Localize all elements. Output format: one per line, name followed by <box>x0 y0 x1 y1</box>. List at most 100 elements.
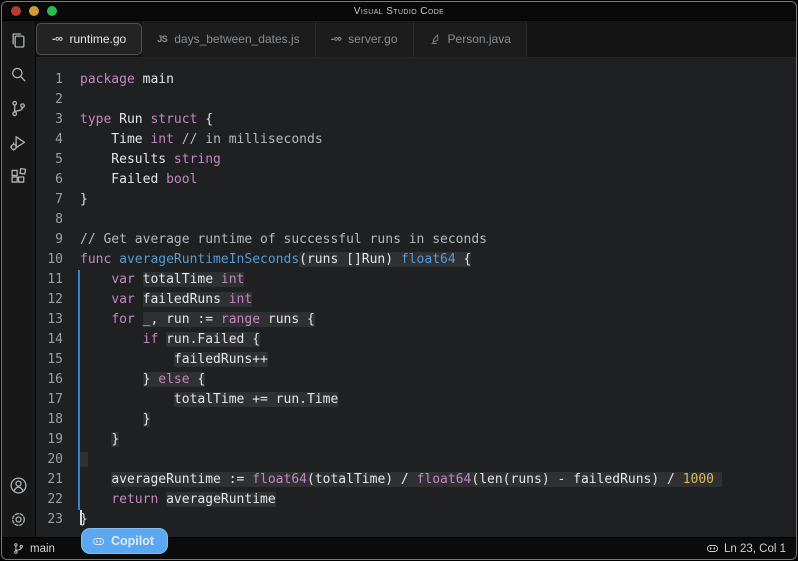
copilot-icon <box>92 535 105 548</box>
code-text: // Get average runtime of successful run… <box>73 230 487 250</box>
code-editor[interactable]: 1package main23type Run struct {4 Time i… <box>36 58 796 537</box>
token: averageRuntime <box>166 492 276 507</box>
token: float64 <box>401 252 456 267</box>
token <box>80 412 143 427</box>
extensions-icon[interactable] <box>7 164 31 188</box>
indent-guide <box>78 410 80 430</box>
code-line: 23} <box>36 510 796 530</box>
token: } <box>111 432 119 447</box>
indent-guide <box>78 450 80 470</box>
code-text: Time int // in milliseconds <box>73 130 323 150</box>
main-area: -∞runtime.goJSdays_between_dates.js-∞ser… <box>2 21 796 537</box>
code-text: for _, run := range runs { <box>73 310 315 330</box>
token: averageRuntime := <box>111 472 252 487</box>
branch-name: main <box>30 543 55 555</box>
line-number: 20 <box>36 450 73 470</box>
line-number: 9 <box>36 230 73 250</box>
tab-runtime.go[interactable]: -∞runtime.go <box>36 23 142 55</box>
line-number: 18 <box>36 410 73 430</box>
token: float64 <box>417 472 472 487</box>
code-line: 12 var failedRuns int <box>36 290 796 310</box>
tab-Person.java[interactable]: Person.java <box>414 21 527 57</box>
line-number: 3 <box>36 110 73 130</box>
tab-server.go[interactable]: -∞server.go <box>316 21 414 57</box>
code-line: 5 Results string <box>36 150 796 170</box>
git-branch-indicator[interactable]: main <box>12 542 55 555</box>
token: { <box>197 112 213 127</box>
indent-guide <box>78 290 80 310</box>
token: type <box>80 112 111 127</box>
copilot-status-icon <box>706 542 719 555</box>
code-text: type Run struct { <box>73 110 213 130</box>
code-line: 22 return averageRuntime <box>36 490 796 510</box>
code-text: var totalTime int <box>73 270 244 290</box>
code-text <box>73 450 88 470</box>
cursor-position-label: Ln 23, Col 1 <box>724 543 786 555</box>
token: int <box>150 132 173 147</box>
token: if <box>143 332 159 347</box>
run-debug-icon[interactable] <box>7 130 31 154</box>
copilot-button[interactable]: Copilot <box>81 528 168 554</box>
code-text: return averageRuntime <box>73 490 276 510</box>
line-number: 2 <box>36 90 73 110</box>
gear-icon[interactable] <box>7 507 31 531</box>
token: } <box>80 512 88 527</box>
code-line: 14 if run.Failed { <box>36 330 796 350</box>
cursor-position-indicator[interactable]: Ln 23, Col 1 <box>706 542 786 555</box>
indent-guide <box>78 430 80 450</box>
go-file-icon: -∞ <box>52 33 63 45</box>
search-icon[interactable] <box>7 62 31 86</box>
maximize-button[interactable] <box>47 6 57 16</box>
go-file-icon: -∞ <box>331 33 342 45</box>
code-text: if run.Failed { <box>73 330 260 350</box>
token: } <box>143 372 159 387</box>
indent-guide <box>78 370 80 390</box>
token <box>80 372 143 387</box>
token: main <box>135 72 174 87</box>
tab-days_between_dates.js[interactable]: JSdays_between_dates.js <box>142 21 315 57</box>
line-number: 7 <box>36 190 73 210</box>
code-line: 10func averageRuntimeInSeconds(runs []Ru… <box>36 250 796 270</box>
code-line: 2 <box>36 90 796 110</box>
tab-label: Person.java <box>448 32 511 46</box>
indent-guide <box>78 490 80 510</box>
git-branch-icon[interactable] <box>7 96 31 120</box>
token: for <box>111 312 134 327</box>
token: { <box>190 372 206 387</box>
line-number: 23 <box>36 510 73 530</box>
vscode-window: Visual Studio Code -∞runtime.goJSdays_be… <box>1 1 797 560</box>
code-line: 8 <box>36 210 796 230</box>
token <box>135 312 143 327</box>
code-line: 21 averageRuntime := float64(totalTime) … <box>36 470 796 490</box>
indent-guide <box>78 270 80 290</box>
token <box>135 292 143 307</box>
git-branch-icon <box>12 542 25 555</box>
account-icon[interactable] <box>7 473 31 497</box>
line-number: 15 <box>36 350 73 370</box>
code-line: 18 } <box>36 410 796 430</box>
token <box>174 132 182 147</box>
token <box>80 452 88 467</box>
tab-label: days_between_dates.js <box>174 32 299 46</box>
minimize-button[interactable] <box>29 6 39 16</box>
code-text: Failed bool <box>73 170 197 190</box>
token <box>80 352 174 367</box>
token <box>80 292 111 307</box>
close-button[interactable] <box>11 6 21 16</box>
code-text: failedRuns++ <box>73 350 268 370</box>
code-text: totalTime += run.Time <box>73 390 338 410</box>
code-text <box>73 210 80 230</box>
window-controls <box>11 2 57 20</box>
token: bool <box>166 172 197 187</box>
token: // in milliseconds <box>182 132 323 147</box>
token: Time <box>80 132 150 147</box>
title-bar: Visual Studio Code <box>2 2 796 21</box>
token <box>80 392 174 407</box>
token <box>80 272 111 287</box>
token: totalTime += run.Time <box>174 392 338 407</box>
token: int <box>221 272 244 287</box>
files-icon[interactable] <box>7 28 31 52</box>
code-text: Results string <box>73 150 221 170</box>
token: _, run := <box>143 312 221 327</box>
code-line: 20 <box>36 450 796 470</box>
